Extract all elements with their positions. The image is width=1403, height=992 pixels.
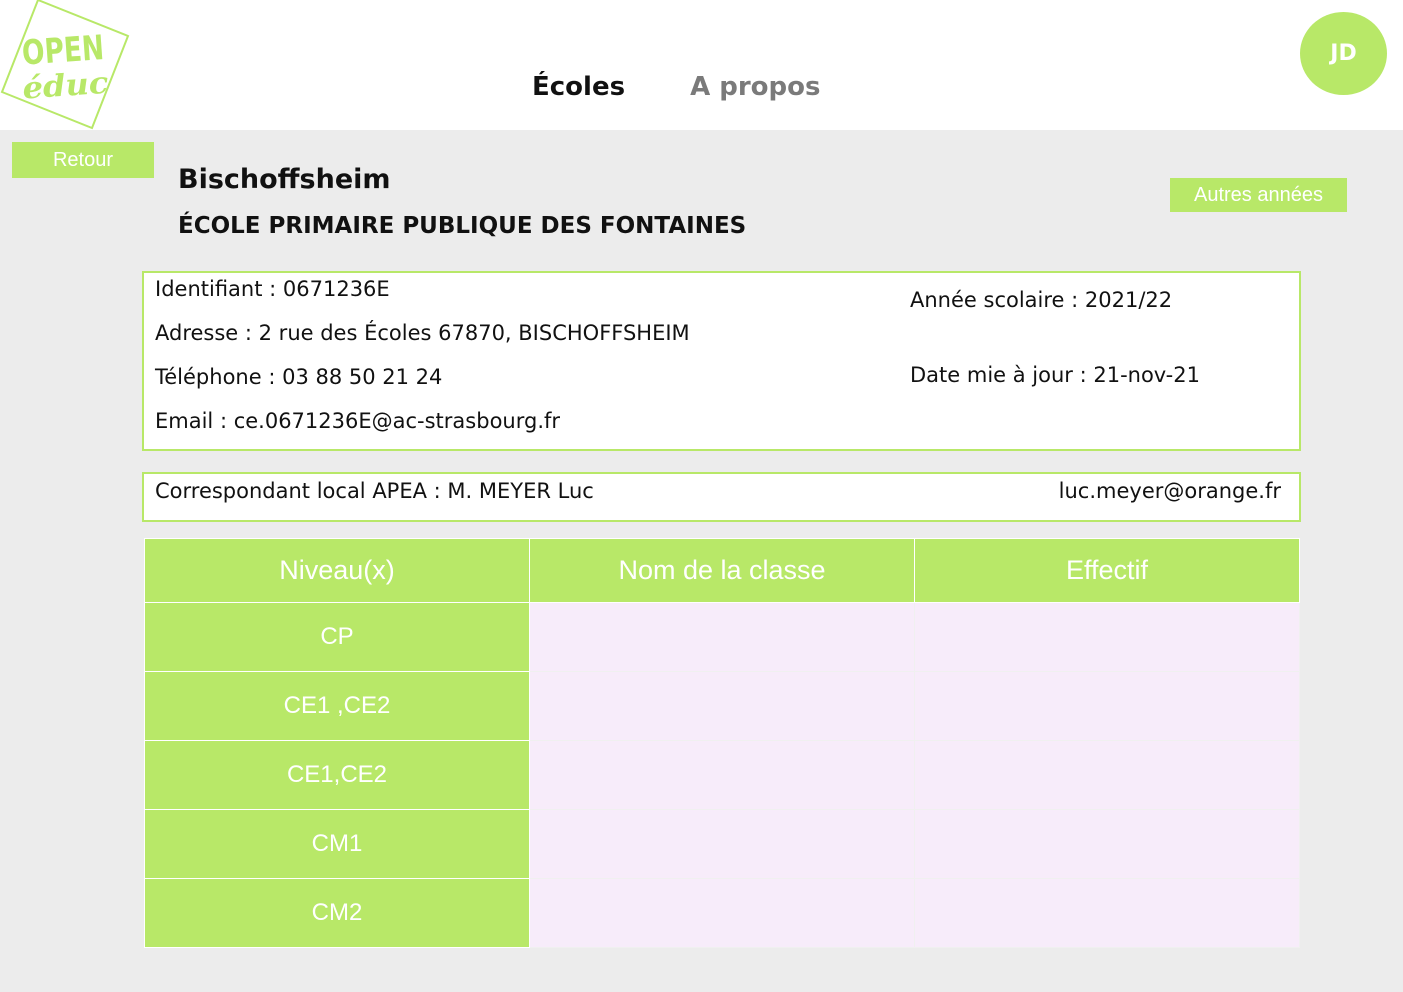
- tab-ecoles[interactable]: Écoles: [532, 72, 625, 102]
- app-header: OPEN éduc Écoles A propos JD: [0, 0, 1403, 130]
- table-header-row: Niveau(x) Nom de la classe Effectif: [144, 538, 1300, 603]
- header-niveau: Niveau(x): [144, 538, 530, 603]
- info-date-maj: Date mie à jour : 21-nov-21: [910, 363, 1200, 387]
- tab-a-propos[interactable]: A propos: [690, 72, 820, 102]
- school-info-panel: Identifiant : 0671236E Adresse : 2 rue d…: [142, 271, 1301, 451]
- cell-niveau: CE1,CE2: [144, 740, 530, 810]
- user-avatar[interactable]: JD: [1300, 12, 1387, 95]
- info-email: Email : ce.0671236E@ac-strasbourg.fr: [155, 409, 561, 433]
- cell-effectif[interactable]: [914, 809, 1300, 879]
- logo-icon: OPEN éduc: [0, 0, 130, 130]
- info-adresse: Adresse : 2 rue des Écoles 67870, BISCHO…: [155, 321, 690, 345]
- table-row: CP: [144, 602, 1300, 672]
- other-years-button[interactable]: Autres années: [1170, 178, 1347, 212]
- cell-effectif[interactable]: [914, 740, 1300, 810]
- info-identifiant: Identifiant : 0671236E: [155, 277, 390, 301]
- logo-line2: éduc: [21, 66, 109, 107]
- school-city: Bischoffsheim: [178, 164, 391, 195]
- cell-effectif[interactable]: [914, 878, 1300, 948]
- school-name: ÉCOLE PRIMAIRE PUBLIQUE DES FONTAINES: [178, 213, 747, 239]
- open-educ-logo[interactable]: OPEN éduc: [0, 0, 135, 130]
- cell-effectif[interactable]: [914, 602, 1300, 672]
- info-telephone: Téléphone : 03 88 50 21 24: [155, 365, 443, 389]
- cell-nom-classe[interactable]: [529, 671, 915, 741]
- cell-effectif[interactable]: [914, 671, 1300, 741]
- header-effectif: Effectif: [914, 538, 1300, 603]
- apea-email-link[interactable]: luc.meyer@orange.fr: [1059, 479, 1281, 503]
- cell-niveau: CM2: [144, 878, 530, 948]
- table-row: CE1 ,CE2: [144, 671, 1300, 741]
- classes-table: Niveau(x) Nom de la classe Effectif CP C…: [144, 538, 1300, 948]
- apea-panel: Correspondant local APEA : M. MEYER Luc …: [142, 472, 1301, 522]
- cell-niveau: CM1: [144, 809, 530, 879]
- cell-nom-classe[interactable]: [529, 740, 915, 810]
- cell-nom-classe[interactable]: [529, 878, 915, 948]
- main-nav: Écoles A propos: [532, 72, 820, 102]
- info-annee-scolaire: Année scolaire : 2021/22: [910, 288, 1173, 312]
- cell-niveau: CE1 ,CE2: [144, 671, 530, 741]
- table-row: CM1: [144, 809, 1300, 879]
- back-button[interactable]: Retour: [12, 142, 154, 178]
- cell-niveau: CP: [144, 602, 530, 672]
- cell-nom-classe[interactable]: [529, 809, 915, 879]
- cell-nom-classe[interactable]: [529, 602, 915, 672]
- table-row: CE1,CE2: [144, 740, 1300, 810]
- header-nom-classe: Nom de la classe: [529, 538, 915, 603]
- table-row: CM2: [144, 878, 1300, 948]
- apea-correspondant: Correspondant local APEA : M. MEYER Luc: [155, 479, 594, 503]
